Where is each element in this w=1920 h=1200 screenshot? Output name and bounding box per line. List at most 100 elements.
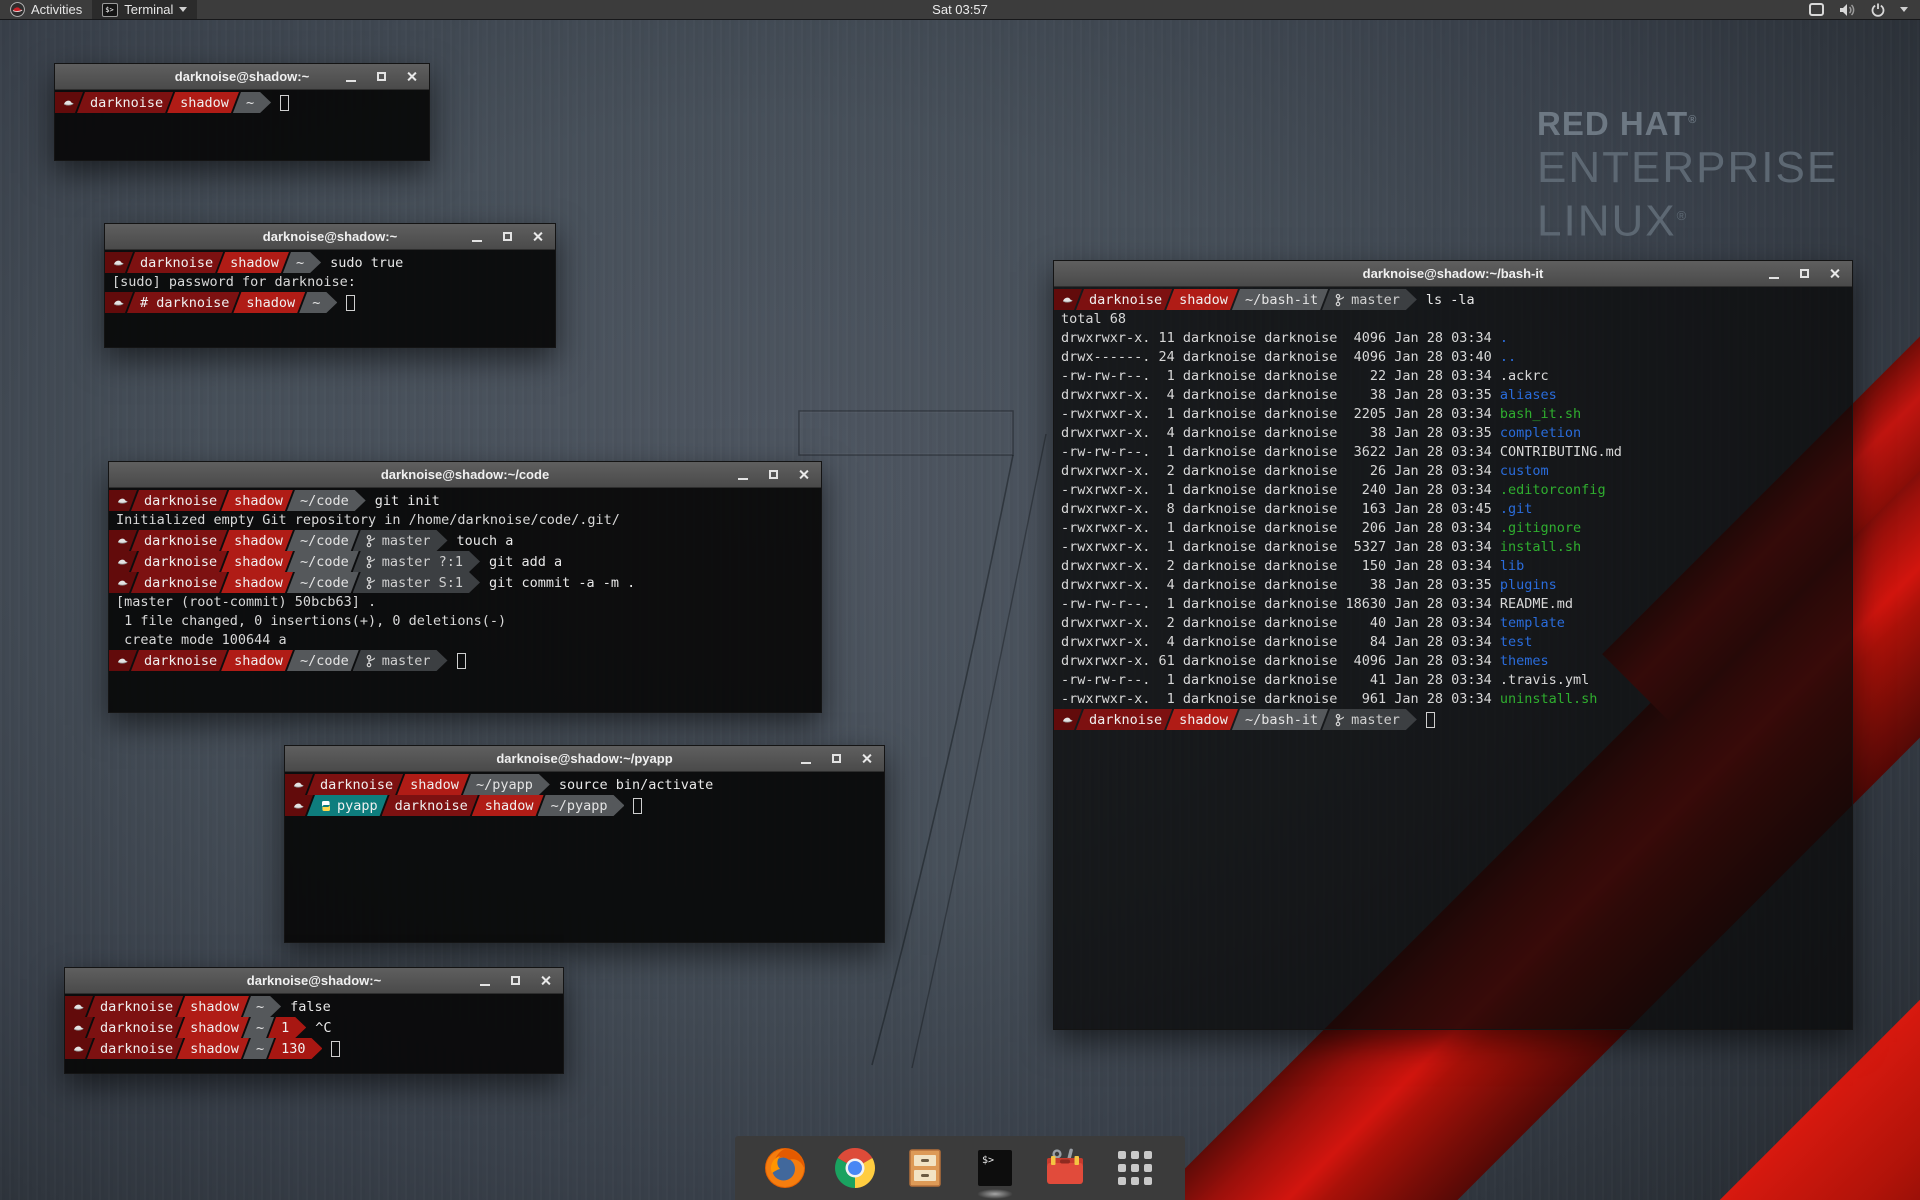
chrome-icon[interactable]: [833, 1146, 877, 1190]
file-name: README.md: [1500, 596, 1573, 612]
window-title: darknoise@shadow:~/pyapp: [285, 751, 884, 766]
chevron-down-icon[interactable]: [1900, 7, 1908, 12]
close-icon[interactable]: [859, 751, 873, 766]
minimize-icon[interactable]: [1767, 266, 1781, 281]
system-status-area[interactable]: [1809, 0, 1920, 19]
close-icon[interactable]: [538, 973, 552, 988]
prompt-segment-host: shadow: [221, 650, 293, 671]
prompt-segment-path: ~/bash-it: [1232, 289, 1328, 310]
file-name: uninstall.sh: [1500, 691, 1598, 707]
terminal-cursor: [457, 653, 466, 669]
prompt-segment-user: darknoise: [1076, 289, 1172, 310]
close-icon[interactable]: [530, 229, 544, 244]
prompt-segment-host: shadow: [177, 1017, 249, 1038]
close-icon[interactable]: [1827, 266, 1841, 281]
file-name: test: [1500, 634, 1533, 650]
prompt-segment-git: master: [1322, 289, 1417, 310]
terminal-window-sudo[interactable]: darknoise@shadow:~ darknoiseshadow~sudo …: [104, 223, 556, 348]
prompt-line: darknoiseshadow~/codemaster S:1git commi…: [109, 572, 821, 593]
prompt-segment-user: # darknoise: [127, 292, 239, 313]
window-title: darknoise@shadow:~/code: [109, 467, 821, 482]
close-icon[interactable]: [404, 69, 418, 84]
terminal-content[interactable]: darknoiseshadow~/pyappsource bin/activat…: [285, 772, 884, 942]
terminal-content[interactable]: darknoiseshadow~/bash-itmasterls -latota…: [1054, 287, 1852, 1029]
maximize-icon[interactable]: [500, 229, 514, 244]
firefox-icon[interactable]: [763, 1146, 807, 1190]
close-icon[interactable]: [796, 467, 810, 482]
minimize-icon[interactable]: [736, 467, 750, 482]
desktop: RED HAT® ENTERPRISE LINUX® Activities $>…: [0, 0, 1920, 1200]
prompt-segment-user: darknoise: [131, 490, 227, 511]
prompt-segment-host: shadow: [233, 292, 305, 313]
ls-row: drwxrwxr-x. 8 darknoise darknoise 163 Ja…: [1054, 500, 1852, 519]
fedora-hat-icon: [112, 256, 125, 269]
prompt-segment-venv: pyapp: [307, 795, 388, 816]
minimize-icon[interactable]: [478, 973, 492, 988]
minimize-icon[interactable]: [470, 229, 484, 244]
power-icon[interactable]: [1871, 3, 1885, 17]
file-name: .ackrc: [1500, 368, 1549, 384]
toolbox-icon[interactable]: [1043, 1146, 1087, 1190]
titlebar[interactable]: darknoise@shadow:~: [65, 968, 563, 994]
fedora-hat-icon: [116, 534, 129, 547]
terminal-window-exitcodes[interactable]: darknoise@shadow:~ darknoiseshadow~false…: [64, 967, 564, 1074]
fedora-hat-icon: [62, 96, 75, 109]
terminal-window-code[interactable]: darknoise@shadow:~/code darknoiseshadow~…: [108, 461, 822, 713]
maximize-icon[interactable]: [508, 973, 522, 988]
titlebar[interactable]: darknoise@shadow:~/pyapp: [285, 746, 884, 772]
chevron-down-icon: [179, 7, 187, 12]
prompt-segment-path: ~/code: [287, 490, 366, 511]
prompt-line: darknoiseshadow~/codemaster ?:1git add a: [109, 551, 821, 572]
prompt-segment-user: darknoise: [131, 650, 227, 671]
titlebar[interactable]: darknoise@shadow:~: [105, 224, 555, 250]
fedora-hat-icon: [116, 576, 129, 589]
minimize-icon[interactable]: [344, 69, 358, 84]
prompt-segment-user: darknoise: [87, 1038, 183, 1059]
prompt-segment-user: darknoise: [87, 996, 183, 1017]
minimize-icon[interactable]: [799, 751, 813, 766]
prompt-segment-path: ~/code: [287, 530, 359, 551]
prompt-line: darknoiseshadow~false: [65, 996, 563, 1017]
prompt-segment-host: shadow: [177, 1038, 249, 1059]
volume-icon[interactable]: [1839, 3, 1856, 17]
prompt-segment-user: darknoise: [382, 795, 478, 816]
prompt-segment-path: ~/code: [287, 551, 359, 572]
prompt-segment-host: shadow: [177, 996, 249, 1017]
app-grid-icon[interactable]: [1113, 1146, 1157, 1190]
titlebar[interactable]: darknoise@shadow:~: [55, 64, 429, 90]
fedora-hat-icon: [292, 799, 305, 812]
titlebar[interactable]: darknoise@shadow:~/code: [109, 462, 821, 488]
file-name: plugins: [1500, 577, 1557, 593]
terminal-window-bash-it[interactable]: darknoise@shadow:~/bash-it darknoiseshad…: [1053, 260, 1853, 1030]
maximize-icon[interactable]: [829, 751, 843, 766]
running-indicator-glow: [977, 1189, 1013, 1199]
terminal-icon[interactable]: $>: [973, 1146, 1017, 1190]
maximize-icon[interactable]: [374, 69, 388, 84]
fedora-hat-icon: [116, 654, 129, 667]
terminal-content[interactable]: darknoiseshadow~: [55, 90, 429, 160]
python-icon: [320, 800, 332, 812]
terminal-cursor: [633, 798, 642, 814]
prompt-segment-exit: 130: [268, 1038, 322, 1059]
terminal-window-home-1[interactable]: darknoise@shadow:~ darknoiseshadow~: [54, 63, 430, 161]
titlebar[interactable]: darknoise@shadow:~/bash-it: [1054, 261, 1852, 287]
prompt-segment-path: ~: [233, 92, 271, 113]
terminal-window-pyapp[interactable]: darknoise@shadow:~/pyapp darknoiseshadow…: [284, 745, 885, 943]
fedora-hat-icon: [1061, 293, 1074, 306]
prompt-segment-path: ~/pyapp: [463, 774, 550, 795]
activities-button[interactable]: Activities: [0, 0, 92, 19]
clock[interactable]: Sat 03:57: [932, 2, 988, 17]
terminal-output-line: [sudo] password for darknoise:: [105, 273, 555, 292]
terminal-content[interactable]: darknoiseshadow~/codegit initInitialized…: [109, 488, 821, 712]
terminal-content[interactable]: darknoiseshadow~falsedarknoiseshadow~1^C…: [65, 994, 563, 1073]
maximize-icon[interactable]: [1797, 266, 1811, 281]
app-menu-terminal[interactable]: $> Terminal: [92, 0, 197, 19]
files-icon[interactable]: [903, 1146, 947, 1190]
maximize-icon[interactable]: [766, 467, 780, 482]
window-icon[interactable]: [1809, 3, 1824, 16]
ls-row: drwx------. 24 darknoise darknoise 4096 …: [1054, 348, 1852, 367]
terminal-output-line: Initialized empty Git repository in /hom…: [109, 511, 821, 530]
prompt-segment-user: darknoise: [131, 530, 227, 551]
terminal-content[interactable]: darknoiseshadow~sudo true[sudo] password…: [105, 250, 555, 347]
prompt-segment-git: master: [353, 530, 448, 551]
